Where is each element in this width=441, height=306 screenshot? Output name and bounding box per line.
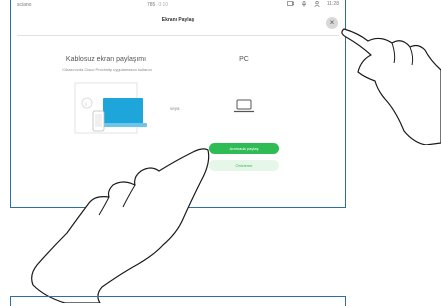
clock: 11:28 <box>326 1 339 7</box>
laptop-icon <box>234 99 254 113</box>
preview-button[interactable]: Önizleme <box>209 160 279 171</box>
call-status: 785 0:10 <box>147 2 168 8</box>
next-screen-frame-edge <box>10 296 346 306</box>
hand-tap-close-illustration <box>341 28 441 145</box>
wireless-share-illustration-icon: )) <box>74 82 147 134</box>
hand-tap-button-illustration <box>31 148 210 303</box>
mic-icon[interactable] <box>301 1 307 7</box>
status-bar: sciano 785 0:10 11:28 <box>11 0 345 11</box>
status-icons: 11:28 <box>286 1 339 7</box>
divider <box>17 35 339 36</box>
wireless-share-title: Kablosuz ekran paylaşımı <box>65 56 147 63</box>
svg-text:)): )) <box>85 101 88 106</box>
share-in-call-button[interactable]: Aramada paylaş <box>209 143 279 154</box>
wireless-share-description: Cihazınızda Cisco Proximity uygulamasını… <box>62 67 152 72</box>
call-duration: 0:10 <box>158 2 169 8</box>
or-label: veya <box>170 106 180 111</box>
pc-title: PC <box>239 56 249 63</box>
screen-share-icon[interactable] <box>286 1 294 7</box>
call-number: 785 <box>147 2 156 8</box>
status-left-text: sciano <box>17 2 32 8</box>
dialog-title: Ekranı Paylaş <box>161 17 195 23</box>
person-icon[interactable] <box>314 1 320 7</box>
